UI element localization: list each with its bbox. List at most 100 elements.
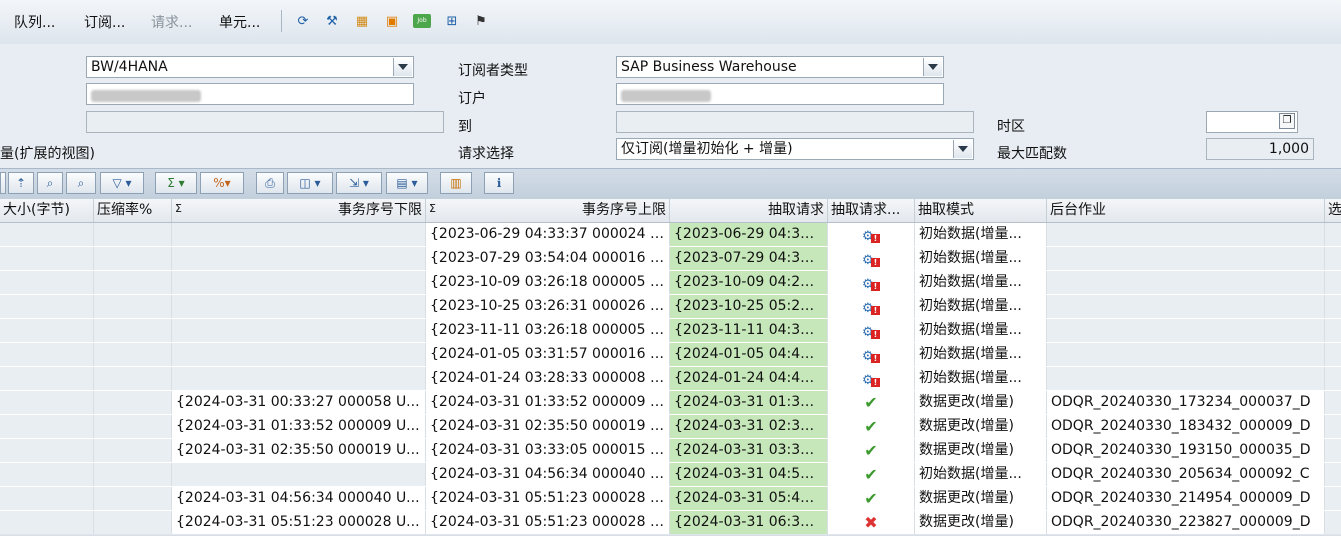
request-icon[interactable]: ▣ (381, 10, 403, 32)
table-row[interactable]: {2024-01-24 03:28:33 000008 U... {2024-01… (0, 367, 1341, 392)
cell-req[interactable]: {2023-07-29 04:30:... (670, 247, 828, 270)
job-icon[interactable]: Job (411, 10, 433, 32)
cell-job[interactable] (1047, 223, 1325, 246)
sort-ascending-icon[interactable]: ⇡ (8, 172, 34, 194)
cell-mode[interactable]: 初始数据(增量... (915, 247, 1047, 270)
col-extract-request[interactable]: 抽取请求 (670, 199, 828, 222)
cell-low[interactable] (172, 223, 426, 246)
cell-req[interactable]: {2023-10-25 05:26:... (670, 295, 828, 318)
cell-mode[interactable]: 初始数据(增量... (915, 223, 1047, 246)
table-row[interactable]: {2024-03-31 04:56:34 000040 U... {2024-03… (0, 487, 1341, 512)
table-row[interactable]: {2023-10-25 03:26:31 000026 U... {2023-10… (0, 295, 1341, 320)
cell-low[interactable] (172, 367, 426, 390)
col-extra[interactable]: 选 (1325, 199, 1341, 222)
status-cell[interactable]: ✔ (828, 415, 915, 438)
print-icon[interactable]: ⎙ (256, 172, 284, 194)
cell-high[interactable]: {2023-06-29 04:33:37 000024 U... (426, 223, 670, 246)
cell-high[interactable]: {2024-03-31 02:35:50 000019 U... (426, 415, 670, 438)
monitor-icon[interactable]: ⊞ (441, 10, 463, 32)
table-row[interactable]: {2024-03-31 02:35:50 000019 U... {2024-03… (0, 439, 1341, 464)
export-icon[interactable]: ⇲ ▾ (336, 172, 382, 194)
cell-mode[interactable]: 数据更改(增量) (915, 415, 1047, 438)
cell-low[interactable]: {2024-03-31 00:33:27 000058 U... (172, 391, 426, 414)
cell-job[interactable] (1047, 271, 1325, 294)
refresh-icon[interactable]: ⟳ (292, 10, 314, 32)
status-cell[interactable]: ⚙! (828, 271, 915, 294)
cell-high[interactable]: {2023-10-09 03:26:18 000005 U... (426, 271, 670, 294)
cell-low[interactable] (172, 295, 426, 318)
table-row[interactable]: {2023-06-29 04:33:37 000024 U... {2023-06… (0, 223, 1341, 248)
cell-job[interactable]: ODQR_20240330_223827_000009_D (1047, 511, 1325, 534)
cell-req[interactable]: {2024-01-24 04:46:... (670, 367, 828, 390)
cell-high[interactable]: {2024-01-24 03:28:33 000008 U... (426, 367, 670, 390)
cell-job[interactable]: ODQR_20240330_173234_000037_D (1047, 391, 1325, 414)
table-row[interactable]: {2023-10-09 03:26:18 000005 U... {2023-10… (0, 271, 1341, 296)
cell-mode[interactable]: 初始数据(增量... (915, 295, 1047, 318)
cell-low[interactable]: {2024-03-31 04:56:34 000040 U... (172, 487, 426, 510)
cell-job[interactable] (1047, 295, 1325, 318)
status-cell[interactable]: ⚙! (828, 295, 915, 318)
status-cell[interactable]: ✔ (828, 463, 915, 486)
cell-mode[interactable]: 初始数据(增量... (915, 367, 1047, 390)
cell-job[interactable] (1047, 343, 1325, 366)
cell-job[interactable]: ODQR_20240330_193150_000035_D (1047, 439, 1325, 462)
subtotal-icon[interactable]: %▾ (200, 172, 244, 194)
value-help-icon[interactable]: ❐ (1279, 113, 1295, 129)
table-row[interactable]: {2024-03-31 04:56:34 000040 U... {2024-03… (0, 463, 1341, 488)
cell-req[interactable]: {2023-10-09 04:28:... (670, 271, 828, 294)
graphic-icon[interactable]: ▥ (440, 172, 472, 194)
col-extract-mode[interactable]: 抽取模式 (915, 199, 1047, 222)
status-cell[interactable]: ✔ (828, 391, 915, 414)
request-select-dropdown[interactable]: 仅订阅(增量初始化 + 增量) (616, 138, 974, 160)
cell-low[interactable] (172, 319, 426, 342)
table-row[interactable]: {2024-03-31 01:33:52 000009 U... {2024-03… (0, 415, 1341, 440)
cell-job[interactable]: ODQR_20240330_183432_000009_D (1047, 415, 1325, 438)
chevron-down-icon[interactable] (953, 140, 972, 158)
status-cell[interactable]: ✔ (828, 439, 915, 462)
cell-req[interactable]: {2024-03-31 05:49:... (670, 487, 828, 510)
table-row[interactable]: {2024-03-31 05:51:23 000028 U... {2024-03… (0, 511, 1341, 536)
chevron-down-icon[interactable] (923, 58, 942, 76)
cell-job[interactable]: ODQR_20240330_205634_000092_C (1047, 463, 1325, 486)
cell-high[interactable]: {2024-03-31 03:33:05 000015 U... (426, 439, 670, 462)
subscriber-type-select[interactable]: SAP Business Warehouse (616, 56, 944, 78)
status-cell[interactable]: ⚙! (828, 223, 915, 246)
col-extract-status[interactable]: 抽取请求... (828, 199, 915, 222)
table-row[interactable]: {2023-11-11 03:26:18 000005 U... {2023-11… (0, 319, 1341, 344)
cell-req[interactable]: {2024-01-05 04:48:... (670, 343, 828, 366)
max-matches-field[interactable]: 1,000 (1206, 138, 1314, 160)
cell-job[interactable] (1047, 247, 1325, 270)
cell-high[interactable]: {2024-03-31 05:51:23 000028 U... (426, 487, 670, 510)
col-seq-high[interactable]: Σ 事务序号上限 (426, 199, 670, 222)
cell-low[interactable] (172, 343, 426, 366)
cell-high[interactable]: {2023-10-25 03:26:31 000026 U... (426, 295, 670, 318)
col-compression[interactable]: 压缩率% (94, 199, 172, 222)
menu-unit[interactable]: 单元... (219, 12, 260, 32)
cell-high[interactable]: {2024-03-31 01:33:52 000009 U... (426, 391, 670, 414)
cell-req[interactable]: {2024-03-31 01:32:... (670, 391, 828, 414)
cell-low[interactable] (172, 271, 426, 294)
sum-icon[interactable]: Σ ▾ (155, 172, 197, 194)
cell-mode[interactable]: 数据更改(增量) (915, 439, 1047, 462)
view-icon[interactable]: ◫ ▾ (287, 172, 333, 194)
cell-req[interactable]: {2024-03-31 03:31:... (670, 439, 828, 462)
cell-job[interactable] (1047, 367, 1325, 390)
status-cell[interactable]: ⚙! (828, 247, 915, 270)
col-background-job[interactable]: 后台作业 (1047, 199, 1325, 222)
find-next-icon[interactable]: ⌕ (66, 172, 96, 194)
table-row[interactable]: {2024-03-31 00:33:27 000058 U... {2024-03… (0, 391, 1341, 416)
cell-low[interactable]: {2024-03-31 01:33:52 000009 U... (172, 415, 426, 438)
cell-req[interactable]: {2023-11-11 04:31:... (670, 319, 828, 342)
cell-high[interactable]: {2024-03-31 05:51:23 000028 U... (426, 511, 670, 534)
status-cell[interactable]: ⚙! (828, 319, 915, 342)
cell-req[interactable]: {2024-03-31 04:56:... (670, 463, 828, 486)
menu-queue[interactable]: 队列... (14, 12, 55, 32)
cell-mode[interactable]: 初始数据(增量... (915, 463, 1047, 486)
context-select[interactable]: BW/4HANA (86, 56, 414, 78)
cell-low[interactable]: {2024-03-31 02:35:50 000019 U... (172, 439, 426, 462)
info-icon[interactable]: ℹ (484, 172, 514, 194)
cell-low[interactable] (172, 463, 426, 486)
cell-mode[interactable]: 初始数据(增量... (915, 319, 1047, 342)
transport-icon[interactable]: ▦ (351, 10, 373, 32)
cell-high[interactable]: {2023-07-29 03:54:04 000016 U... (426, 247, 670, 270)
